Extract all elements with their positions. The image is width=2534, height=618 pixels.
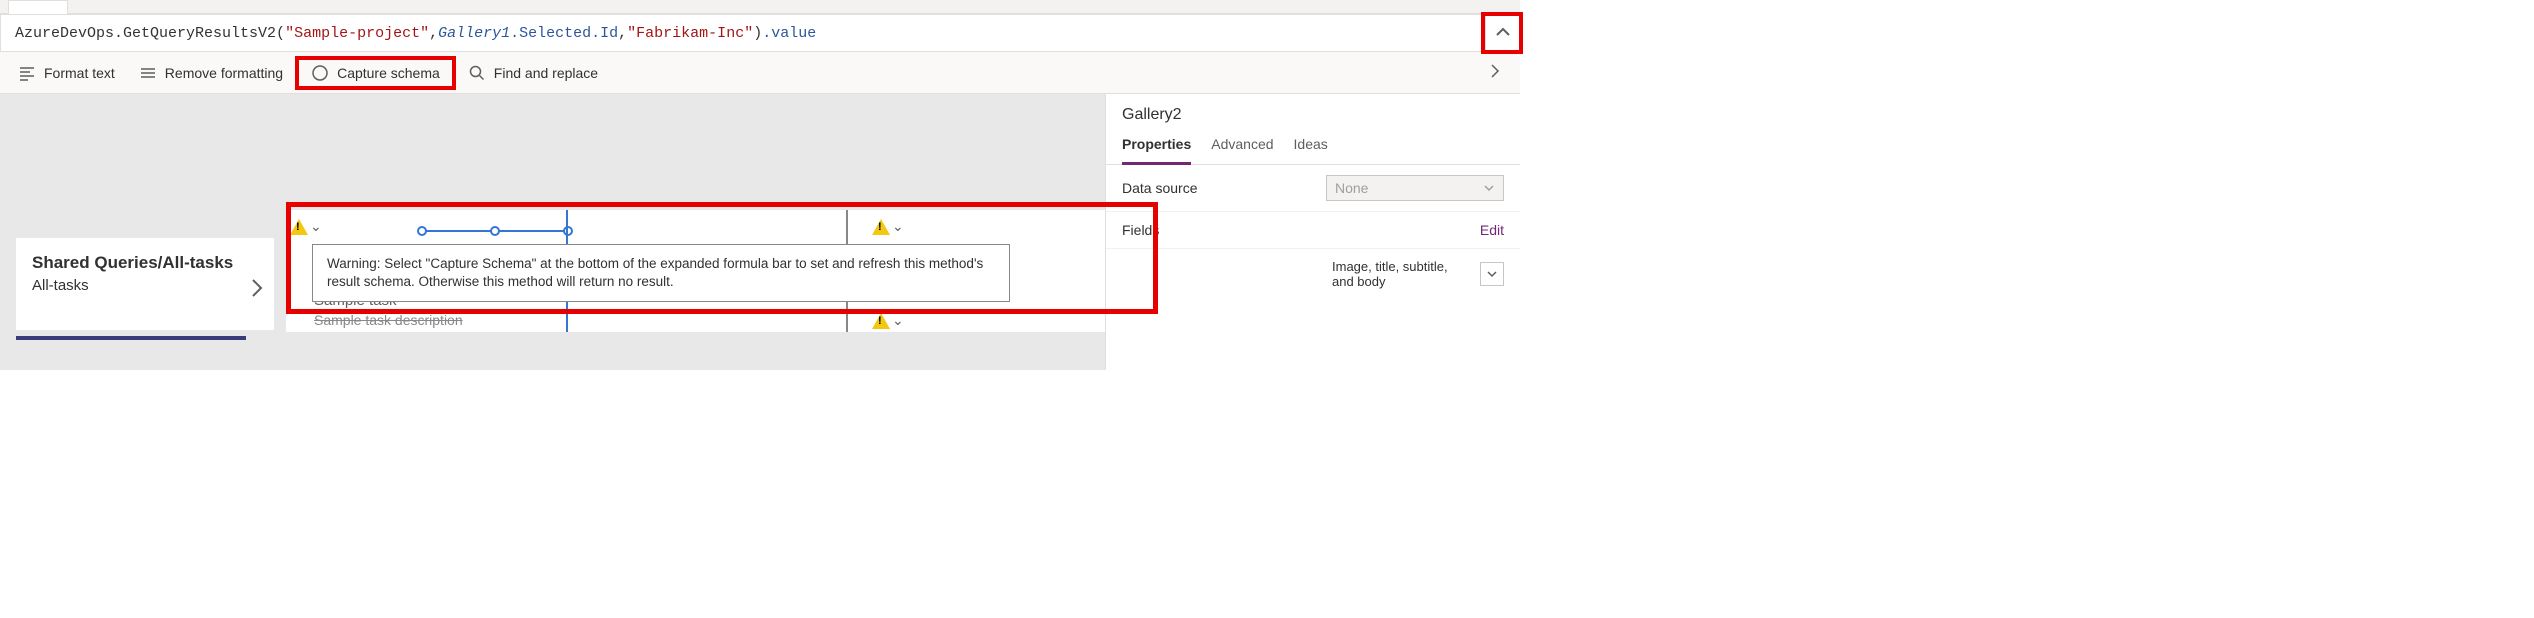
layout-value: Image, title, subtitle, and body: [1332, 259, 1472, 289]
format-text-button[interactable]: Format text: [6, 56, 127, 90]
properties-panel: Gallery2 Properties Advanced Ideas Data …: [1105, 94, 1520, 370]
remove-formatting-label: Remove formatting: [165, 65, 283, 81]
formula-bar[interactable]: AzureDevOps.GetQueryResultsV2("Sample-pr…: [0, 14, 1520, 52]
formula-text[interactable]: AzureDevOps.GetQueryResultsV2("Sample-pr…: [1, 25, 1485, 42]
selection-handle[interactable]: [563, 226, 573, 236]
search-icon: [468, 64, 486, 82]
layout-row: Layout Image, title, subtitle, and body: [1106, 249, 1520, 299]
formula-toolbar: Format text Remove formatting Capture sc…: [0, 52, 1520, 94]
warning-icon: [290, 219, 308, 235]
chevron-down-icon: ⌄: [892, 218, 904, 235]
panel-title: Gallery2: [1106, 94, 1520, 128]
formula-arg3: "Fabrikam-Inc": [627, 25, 753, 42]
fields-edit-link[interactable]: Edit: [1480, 222, 1504, 238]
tab-advanced[interactable]: Advanced: [1211, 128, 1273, 164]
top-strip-tab: [8, 0, 68, 14]
chevron-down-icon: [1483, 182, 1495, 194]
query-card-subtitle: All-tasks: [32, 277, 258, 294]
warning-badge-2[interactable]: ⌄: [872, 218, 904, 235]
remove-formatting-icon: [139, 64, 157, 82]
data-source-label: Data source: [1122, 180, 1197, 196]
formula-arg2a: Gallery1: [438, 25, 510, 42]
collapse-formula-button[interactable]: [1485, 16, 1519, 50]
fields-row: Fields Edit: [1106, 212, 1520, 249]
query-card-underline: [16, 336, 246, 340]
chevron-right-icon: [248, 276, 266, 300]
selection-handle[interactable]: [490, 226, 500, 236]
toolbar-chevron-button[interactable]: [1476, 62, 1514, 83]
chevron-down-icon: ⌄: [310, 218, 322, 235]
formula-arg1: "Sample-project": [285, 25, 429, 42]
main-area: Shared Queries/All-tasks All-tasks ⌄ ⌄: [0, 94, 1520, 370]
find-replace-button[interactable]: Find and replace: [456, 56, 610, 90]
data-source-row: Data source None: [1106, 165, 1520, 212]
data-source-select[interactable]: None: [1326, 175, 1504, 201]
tab-ideas[interactable]: Ideas: [1294, 128, 1328, 164]
query-card-title: Shared Queries/All-tasks: [32, 252, 258, 273]
panel-tabs: Properties Advanced Ideas: [1106, 128, 1520, 165]
capture-schema-label: Capture schema: [337, 65, 440, 81]
query-card[interactable]: Shared Queries/All-tasks All-tasks: [16, 238, 274, 330]
warning-badge-3[interactable]: ⌄: [872, 312, 904, 329]
format-text-icon: [18, 64, 36, 82]
formula-tail: .value: [762, 25, 816, 42]
data-source-value: None: [1335, 180, 1368, 196]
chevron-right-icon: [1486, 62, 1504, 80]
chevron-down-icon: ⌄: [892, 312, 904, 329]
format-text-label: Format text: [44, 65, 115, 81]
find-replace-label: Find and replace: [494, 65, 598, 81]
selection-handle[interactable]: [417, 226, 427, 236]
formula-arg2b: .Selected.Id: [510, 25, 618, 42]
warning-tooltip: Warning: Select "Capture Schema" at the …: [312, 244, 1010, 302]
remove-formatting-button[interactable]: Remove formatting: [127, 56, 295, 90]
canvas[interactable]: Shared Queries/All-tasks All-tasks ⌄ ⌄: [0, 94, 1105, 370]
window-top-strip: [0, 0, 1520, 14]
selection-handles[interactable]: [422, 224, 568, 226]
layout-chevron[interactable]: [1480, 262, 1504, 286]
expand-formula-highlight: [1481, 12, 1523, 54]
formula-fn: AzureDevOps.GetQueryResultsV2: [15, 25, 276, 42]
sample-desc-strike: Sample task description: [314, 312, 463, 328]
warning-icon: [872, 313, 890, 329]
warning-icon: [872, 219, 890, 235]
fields-label: Fields: [1122, 222, 1159, 238]
tab-properties[interactable]: Properties: [1122, 128, 1191, 165]
capture-schema-icon: [311, 64, 329, 82]
chevron-up-icon: [1493, 23, 1513, 43]
query-card-chevron[interactable]: [248, 276, 266, 303]
layout-select[interactable]: Image, title, subtitle, and body: [1332, 259, 1504, 289]
warning-tooltip-text: Warning: Select "Capture Schema" at the …: [327, 256, 983, 289]
capture-schema-button[interactable]: Capture schema: [295, 56, 456, 90]
chevron-down-icon: [1486, 268, 1498, 280]
warning-badge-1[interactable]: ⌄: [290, 218, 322, 235]
